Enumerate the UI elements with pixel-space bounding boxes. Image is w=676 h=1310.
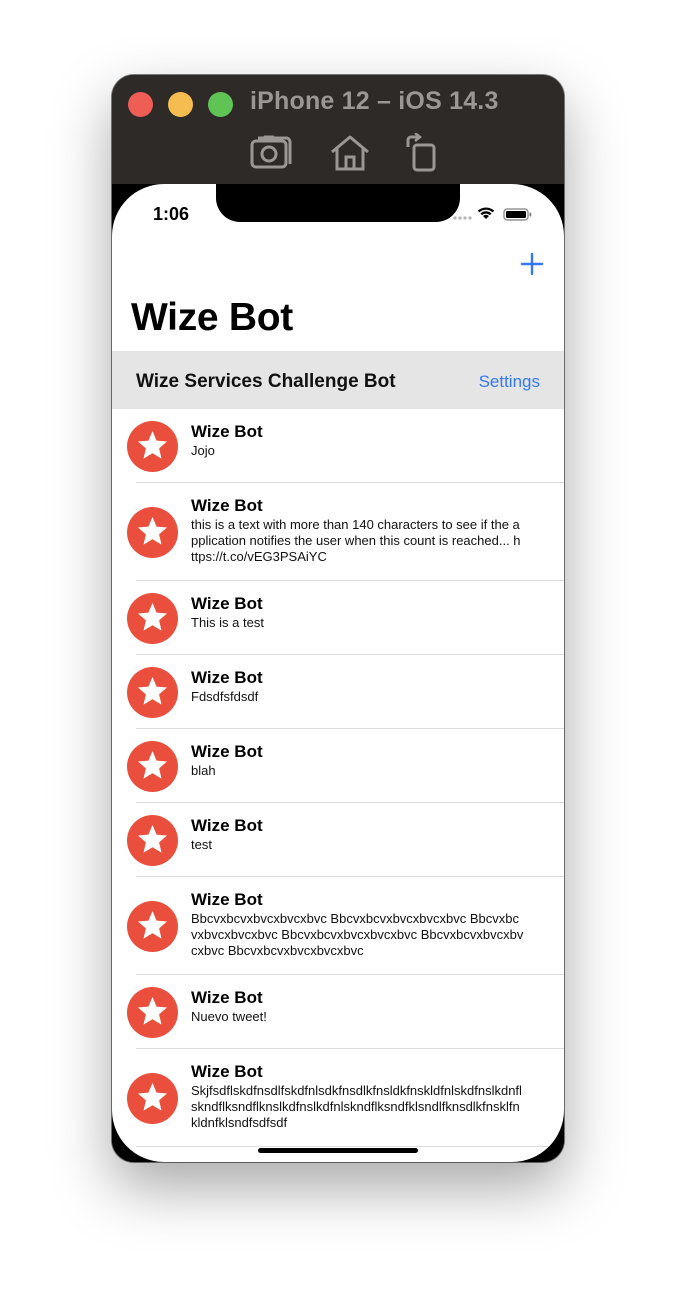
tweet-text: This is a test	[191, 615, 264, 630]
tweet-text: test	[191, 837, 212, 852]
avatar	[127, 815, 178, 866]
star-icon	[138, 911, 167, 939]
device-notch	[216, 184, 460, 222]
star-icon	[138, 997, 167, 1025]
avatar	[127, 507, 178, 558]
star-icon	[138, 751, 167, 779]
simulator-window: iPhone 12 – iOS 14.3 1:06 Wize Bot Wize …	[112, 75, 564, 1162]
settings-button[interactable]: Settings	[479, 372, 540, 392]
avatar	[127, 667, 178, 718]
tweet-author: Wize Bot	[191, 422, 263, 441]
tweet-row[interactable]: Wize Bot Jojo	[112, 409, 564, 483]
close-window-button[interactable]	[128, 92, 153, 117]
tweet-author: Wize Bot	[191, 1062, 263, 1081]
screenshot-icon[interactable]	[250, 133, 294, 173]
tweet-row[interactable]: Wize Bot Nuevo tweet!	[112, 975, 564, 1049]
plus-icon[interactable]	[520, 252, 544, 276]
tweet-author: Wize Bot	[191, 594, 263, 613]
tweet-list: Wize Bot Jojo Wize Bot this is a text with …	[112, 409, 564, 1147]
tweet-text: Nuevo tweet!	[191, 1009, 267, 1024]
signal-icon	[453, 216, 472, 220]
tweet-text: this is a text with more than 140 charac…	[191, 517, 521, 564]
tweet-author: Wize Bot	[191, 742, 263, 761]
avatar	[127, 741, 178, 792]
home-indicator[interactable]	[258, 1148, 418, 1153]
star-icon	[138, 677, 167, 705]
tweet-text: Bbcvxbcvxbvcxbvcxbvc Bbcvxbcvxbvcxbvcxbv…	[191, 911, 524, 958]
star-icon	[138, 603, 167, 631]
tweet-row[interactable]: Wize Bot this is a text with more than 14…	[112, 483, 564, 581]
zoom-window-button[interactable]	[208, 92, 233, 117]
tweet-author: Wize Bot	[191, 816, 263, 835]
tweet-author: Wize Bot	[191, 890, 263, 909]
app-screen: 1:06 Wize Bot Wize Services Challenge Bo…	[112, 184, 564, 1162]
status-icons	[452, 206, 542, 222]
tweet-author: Wize Bot	[191, 496, 263, 515]
star-icon	[138, 431, 167, 459]
tweet-text: blah	[191, 763, 216, 778]
tweet-row[interactable]: Wize Bot Bbcvxbcvxbvcxbvcxbvc Bbcvxbcvxbv…	[112, 877, 564, 975]
tweet-text: Jojo	[191, 443, 215, 458]
avatar	[127, 901, 178, 952]
star-icon	[138, 517, 167, 545]
avatar	[127, 987, 178, 1038]
minimize-window-button[interactable]	[168, 92, 193, 117]
section-title: Wize Services Challenge Bot	[136, 371, 396, 392]
tweet-author: Wize Bot	[191, 668, 263, 687]
battery-icon	[503, 208, 532, 221]
home-icon[interactable]	[328, 133, 372, 173]
star-icon	[138, 1083, 167, 1111]
star-icon	[138, 825, 167, 853]
page-title: Wize Bot	[131, 296, 293, 339]
avatar	[127, 421, 178, 472]
tweet-text: Skjfsdflskdfnsdlfskdfnlsdkfnsdlkfnsldkfn…	[191, 1083, 522, 1130]
tweet-text: Fdsdfsfdsdf	[191, 689, 259, 704]
tweet-row[interactable]: Wize Bot This is a test	[112, 581, 564, 655]
tweet-row[interactable]: Wize Bot Skjfsdflskdfnsdlfskdfnlsdkfnsdlk…	[112, 1049, 564, 1147]
tweet-author: Wize Bot	[191, 988, 263, 1007]
status-time: 1:06	[153, 204, 190, 224]
simulator-title: iPhone 12 – iOS 14.3	[250, 87, 499, 115]
rotate-icon[interactable]	[402, 132, 446, 173]
device-screen: 1:06 Wize Bot Wize Services Challenge Bo…	[112, 184, 564, 1162]
tweet-row[interactable]: Wize Bot Fdsdfsfdsdf	[112, 655, 564, 729]
simulator-titlebar: iPhone 12 – iOS 14.3	[112, 75, 564, 184]
wifi-icon	[477, 207, 495, 219]
avatar	[127, 1073, 178, 1124]
tweet-row[interactable]: Wize Bot blah	[112, 729, 564, 803]
tweet-row[interactable]: Wize Bot test	[112, 803, 564, 877]
section-header: Wize Services Challenge Bot Settings	[112, 351, 564, 409]
avatar	[127, 593, 178, 644]
